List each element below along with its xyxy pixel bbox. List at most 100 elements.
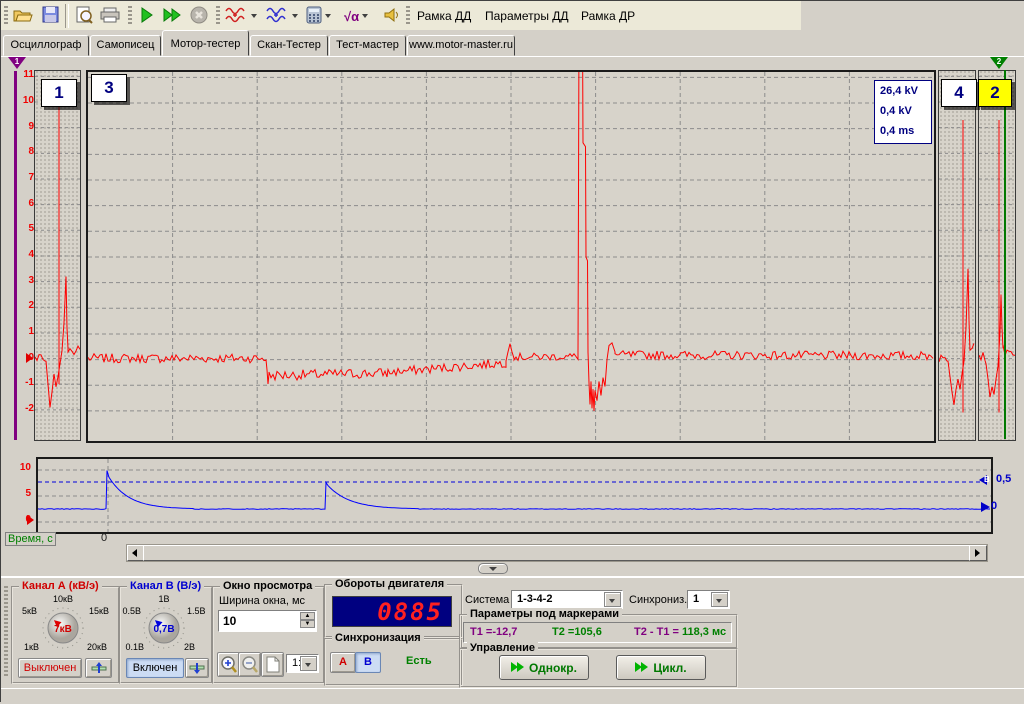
window-width-spinbox: ▲ ▼	[218, 610, 317, 632]
channel-b-level-button[interactable]	[185, 658, 209, 678]
cylinder-label-4[interactable]: 4	[941, 79, 977, 107]
start-cycle-button[interactable]	[160, 3, 186, 29]
cylinder-label-2-selected[interactable]: 2	[978, 79, 1012, 107]
panel-collapse-button[interactable]	[478, 563, 508, 574]
arrow-right-icon	[975, 549, 980, 557]
channel-a-level-button[interactable]	[85, 658, 112, 678]
tab-website[interactable]: www.motor-master.ru	[407, 35, 515, 56]
toolbar-separator	[65, 4, 69, 28]
single-run-button[interactable]: Однокр.	[499, 655, 589, 680]
sync-num-combo[interactable]: 1	[687, 590, 730, 609]
tab-test-master[interactable]: Тест-мастер	[329, 35, 406, 56]
knob-a-scale-5: 5кВ	[22, 606, 37, 616]
toolbar: √α Рамка ДД Параметры ДД Рамка ДР	[1, 1, 1024, 32]
cylinder-window-1[interactable]	[34, 70, 81, 441]
sqrt-alpha-icon: √α	[344, 9, 359, 24]
calculator-button[interactable]	[304, 3, 342, 29]
start-button[interactable]	[134, 3, 160, 29]
tab-oscillograph[interactable]: Осциллограф	[3, 35, 89, 56]
knob-a-scale-10: 10кВ	[53, 594, 73, 604]
toolbar-grip[interactable]	[4, 6, 8, 26]
stop-icon	[190, 6, 208, 27]
marker-t2-value: T2 =105,6	[552, 626, 602, 638]
channel-a-knob[interactable]: 7кВ 10кВ 5кВ 15кВ 1кВ 20кВ	[13, 594, 114, 654]
marker-t2-line[interactable]	[1004, 70, 1006, 439]
readout-burn-kv: 26,4 kV	[875, 81, 931, 101]
tab-motor-tester[interactable]: Мотор-тестер	[162, 30, 249, 56]
channel-a-title: Канал А (кВ/э)	[19, 580, 102, 592]
channel-b-state-button[interactable]: Включен	[126, 658, 184, 678]
cylinder-1-waveform	[35, 71, 80, 440]
sync-num-label: Синхрониз.	[629, 594, 687, 606]
cylinder-window-4[interactable]	[938, 70, 976, 441]
spin-up-icon[interactable]: ▲	[300, 612, 315, 620]
zoom-ratio-combo[interactable]: 1:1	[286, 654, 319, 673]
double-play-icon	[511, 662, 525, 673]
cylinder-label-3[interactable]: 3	[91, 74, 127, 102]
threshold-marker-letter: В	[984, 475, 990, 484]
scroll-right-button[interactable]	[969, 545, 987, 561]
knob-a-scale-20: 20кВ	[87, 642, 107, 652]
print-button[interactable]	[97, 3, 123, 29]
cylinder-label-1[interactable]: 1	[41, 79, 77, 107]
tab-recorder[interactable]: Самописец	[90, 35, 161, 56]
stop-button[interactable]	[186, 3, 212, 29]
sync-channel-b-button[interactable]: В	[355, 652, 381, 673]
new-view-button[interactable]	[261, 652, 284, 677]
zoom-out-icon	[241, 656, 258, 674]
sync-channel-a-button[interactable]: А	[330, 652, 356, 673]
math-function-button[interactable]: √α	[342, 3, 380, 29]
toolbar-grip[interactable]	[406, 6, 410, 26]
channel-a-state-button[interactable]: Выключен	[18, 658, 82, 678]
cycle-run-button[interactable]: Цикл.	[616, 655, 706, 680]
sound-button[interactable]	[378, 3, 404, 29]
main-scope-window[interactable]	[86, 70, 936, 443]
measurement-readout: 26,4 kV 0,4 kV 0,4 ms	[874, 80, 932, 144]
print-preview-button[interactable]	[71, 3, 97, 29]
channel-a-group: Канал А (кВ/э) 7кВ 10кВ 5кВ 15кВ 1кВ 20к…	[11, 586, 120, 684]
system-combo[interactable]: 1-3-4-2	[511, 590, 623, 609]
tab-scan-tester[interactable]: Скан-Тестер	[250, 35, 328, 56]
zoom-out-button[interactable]	[238, 652, 261, 677]
combo-arrow-icon[interactable]	[604, 592, 621, 607]
panel-grip[interactable]	[4, 586, 8, 676]
timeline-axis: 1050	[13, 57, 33, 577]
single-run-label: Однокр.	[529, 661, 577, 675]
cylinder-window-2[interactable]	[978, 70, 1016, 441]
menu-ramka-dd[interactable]: Рамка ДД	[411, 8, 477, 25]
menu-parametry-dd[interactable]: Параметры ДД	[479, 8, 575, 25]
toolbar-grip[interactable]	[216, 6, 220, 26]
combo-arrow-icon[interactable]	[300, 656, 317, 671]
speaker-icon	[383, 7, 399, 26]
zoom-in-button[interactable]	[217, 652, 240, 677]
level-down-icon	[189, 662, 205, 674]
timeline-scrollbar[interactable]	[126, 544, 988, 562]
window-width-spinner[interactable]: ▲ ▼	[300, 612, 315, 628]
channel-b-group: Канал В (В/э) 0,7В 1В 0.5В 1.5В 0.1В 2В …	[119, 586, 213, 684]
channel-a-signal-button[interactable]	[222, 3, 260, 29]
toolbar-grip[interactable]	[128, 6, 132, 26]
marker-t2-handle[interactable]: 2	[990, 57, 1008, 69]
save-button[interactable]	[37, 3, 63, 29]
knob-b-scale-2: 2В	[184, 642, 195, 652]
knob-b-scale-05: 0.5В	[122, 606, 141, 616]
combo-arrow-icon[interactable]	[711, 592, 728, 607]
threshold-value-label: 0,5	[996, 473, 1011, 485]
sync-num-value: 1	[693, 593, 699, 605]
menu-ramka-dr[interactable]: Рамка ДР	[575, 8, 641, 25]
double-play-icon	[635, 662, 649, 673]
window-width-input[interactable]	[221, 612, 295, 629]
play-icon	[139, 7, 155, 26]
readout-burn-ms: 0,4 ms	[875, 121, 931, 141]
spin-down-icon[interactable]: ▼	[300, 620, 315, 628]
channel-b-knob[interactable]: 0,7В 1В 0.5В 1.5В 0.1В 2В	[121, 594, 207, 654]
trace-zero-marker-icon[interactable]	[981, 502, 990, 512]
timeline-window[interactable]	[36, 457, 993, 534]
scrollbar-thumb[interactable]	[143, 545, 971, 561]
channel-b-signal-button[interactable]	[263, 3, 301, 29]
open-file-button[interactable]	[10, 3, 36, 29]
system-value: 1-3-4-2	[517, 593, 552, 605]
fast-forward-icon	[163, 7, 183, 26]
cylinder-2-waveform	[979, 71, 1015, 440]
timeline-tick-label: 5	[13, 488, 31, 499]
